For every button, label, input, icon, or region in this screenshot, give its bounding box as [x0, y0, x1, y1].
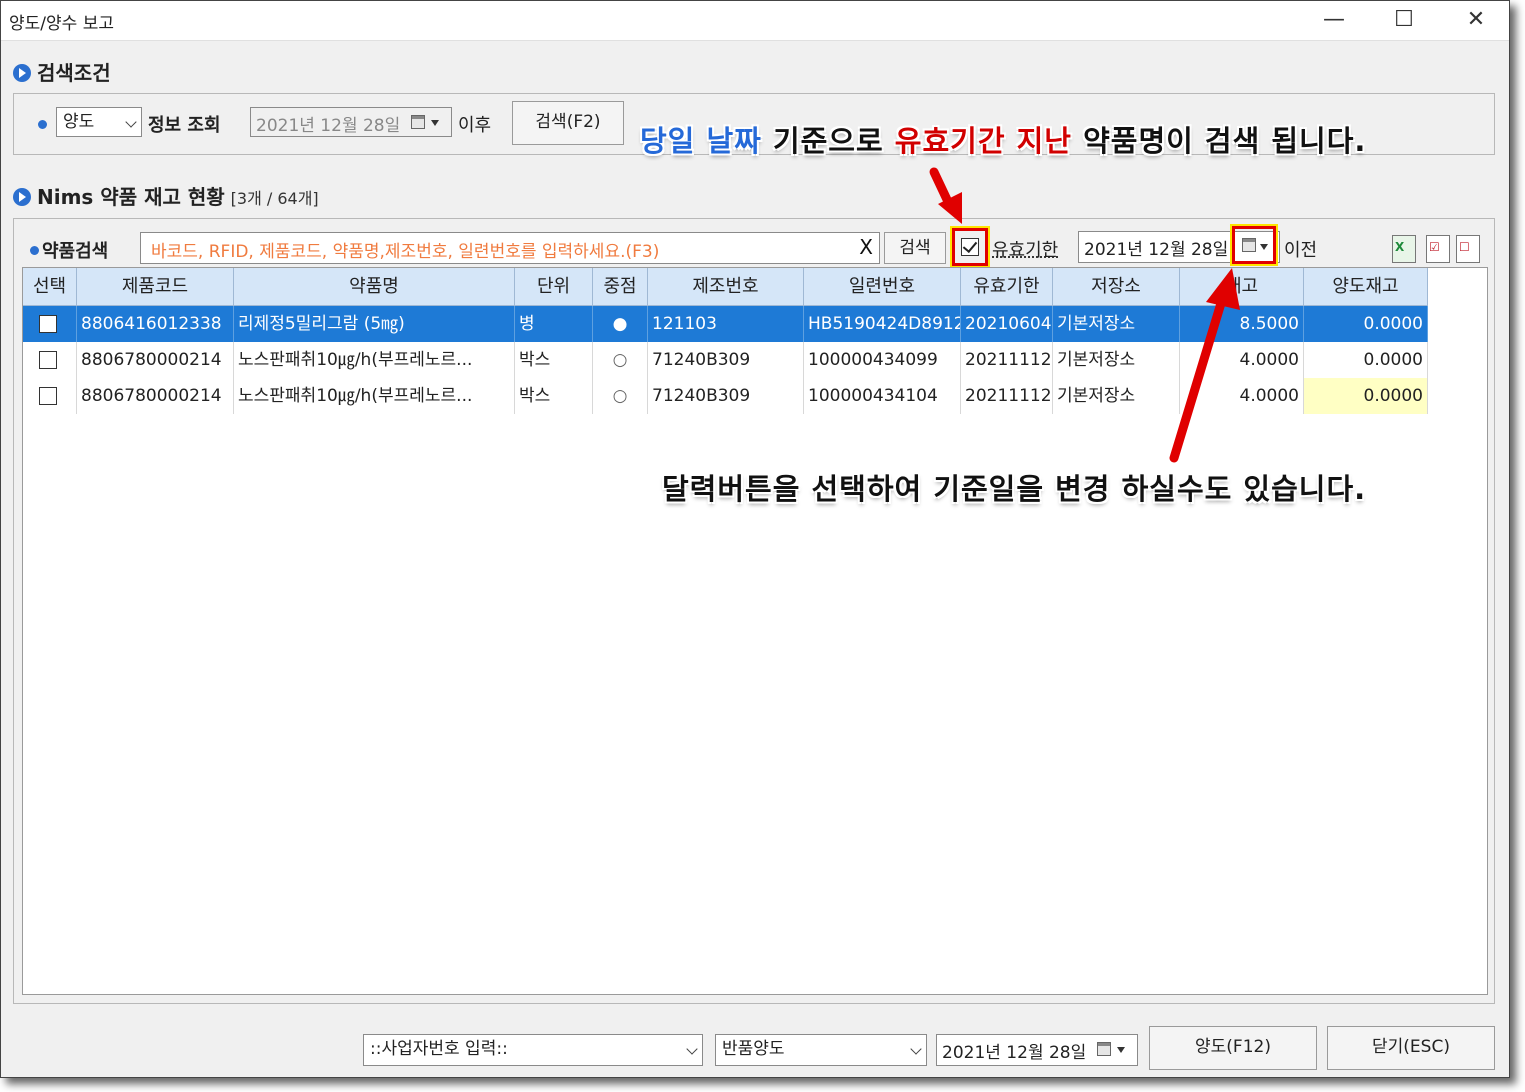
up-arrow-icon — [1169, 268, 1240, 463]
down-arrow-icon — [929, 167, 962, 224]
annotation-arrows — [929, 167, 1240, 463]
